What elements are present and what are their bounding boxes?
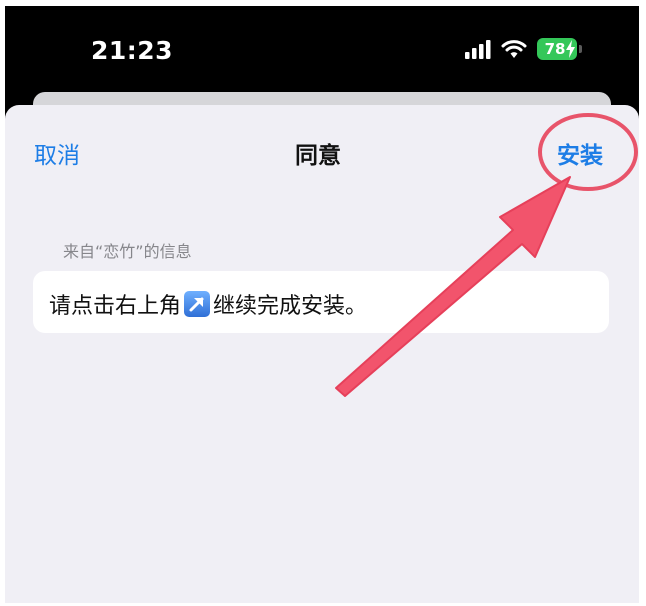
status-icons: 78 xyxy=(465,36,582,62)
wifi-icon xyxy=(501,40,527,58)
message-card: 请点击右上角 继续完成安装。 xyxy=(33,271,609,333)
sheet-title: 同意 xyxy=(295,143,341,169)
phone-screen: 21:23 78 取消 同意 安装 来自“恋竹”的信息 请点击右上角 继续完成安… xyxy=(5,6,639,603)
message-text: 请点击右上角 继续完成安装。 xyxy=(49,288,367,320)
consent-sheet: 取消 同意 安装 来自“恋竹”的信息 请点击右上角 继续完成安装。 xyxy=(5,105,639,603)
message-text-start: 请点击右上角 xyxy=(49,294,182,319)
charging-bolt-icon xyxy=(566,40,575,58)
install-button[interactable]: 安装 xyxy=(557,136,603,170)
status-time: 21:23 xyxy=(91,36,174,65)
signal-icon xyxy=(465,40,491,59)
battery-cap xyxy=(579,45,582,53)
battery-icon: 78 xyxy=(537,38,582,60)
arrow-up-right-icon xyxy=(184,291,211,317)
section-header: 来自“恋竹”的信息 xyxy=(63,242,192,261)
cancel-button[interactable]: 取消 xyxy=(34,136,80,170)
message-text-end: 继续完成安装。 xyxy=(213,294,368,319)
battery-percentage: 78 xyxy=(544,40,566,58)
